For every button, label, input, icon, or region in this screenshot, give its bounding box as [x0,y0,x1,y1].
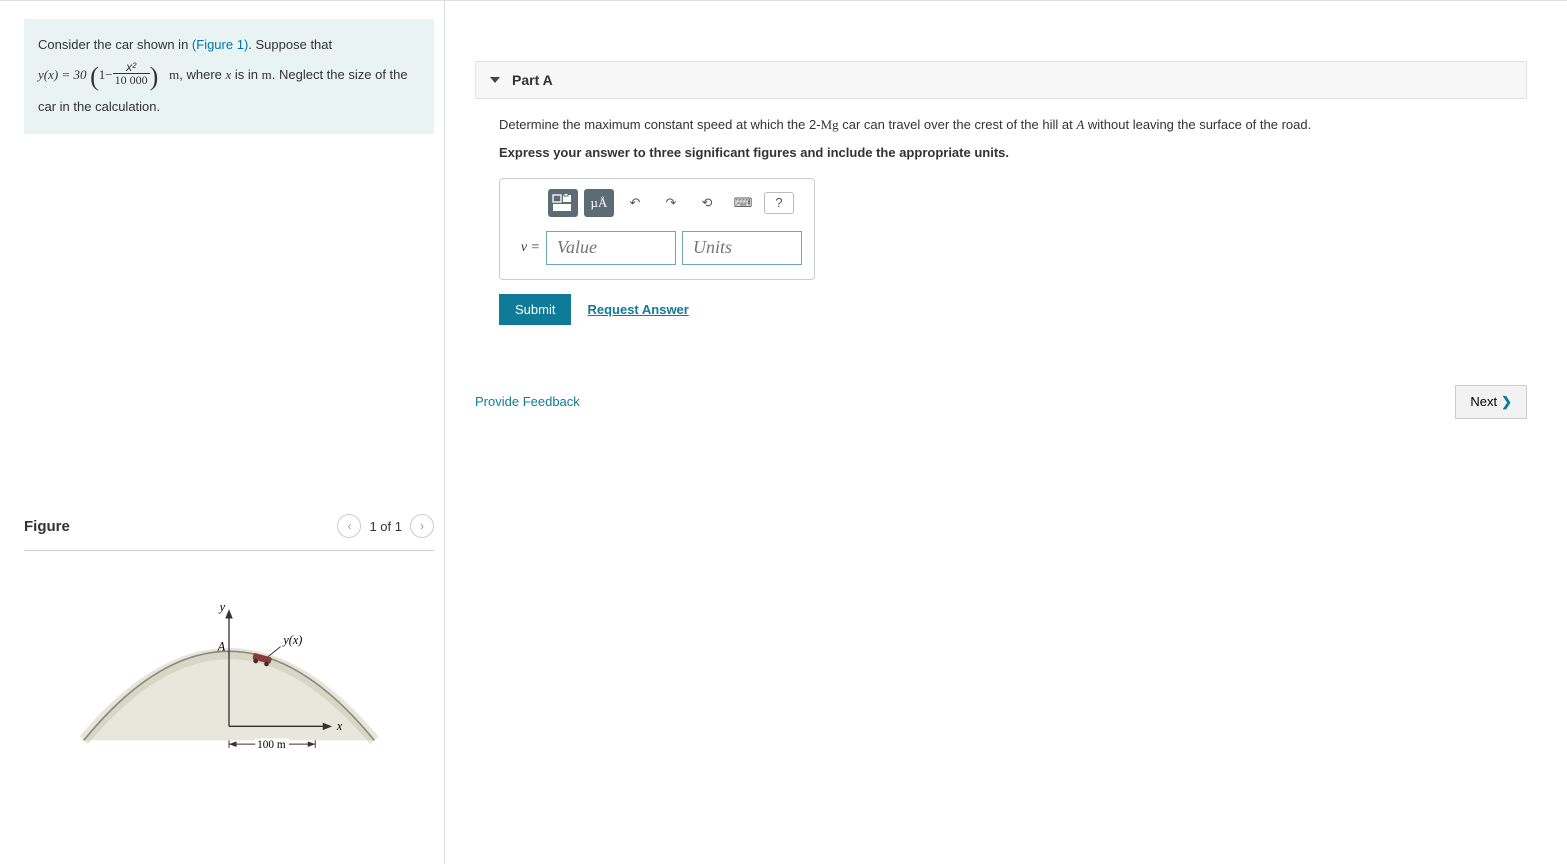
keyboard-icon: ⌨ [734,195,753,211]
request-answer-link[interactable]: Request Answer [587,302,688,317]
template-tool-button[interactable] [548,189,578,217]
eq-numerator: x² [113,61,150,74]
question-statement: Determine the maximum constant speed at … [499,115,1527,135]
problem-line-1: Consider the car shown in (Figure 1). Su… [38,35,420,56]
answer-widget: µÅ ↶ ↷ ⟲ ⌨ ? [499,178,815,280]
right-pane: Part A Determine the maximum constant sp… [445,1,1567,864]
reset-button[interactable]: ⟲ [692,189,722,217]
chevron-right-icon: › [420,519,424,533]
chevron-left-icon: ‹ [347,519,351,533]
intro-post: . Suppose that [248,37,332,52]
equation-toolbar: µÅ ↶ ↷ ⟲ ⌨ ? [548,189,802,217]
eq-lhs: y(x) = 30 [38,67,86,82]
units-tool-button[interactable]: µÅ [584,189,614,217]
answer-input-row: v = [512,231,802,265]
variable-equals: v = [512,240,540,256]
figure-header: Figure ‹ 1 of 1 › [24,514,434,551]
redo-icon: ↷ [666,195,677,211]
part-label: Part A [512,72,553,88]
help-icon: ? [775,195,782,210]
answer-instruction: Express your answer to three significant… [499,145,1527,160]
left-pane: Consider the car shown in (Figure 1). Su… [0,1,445,864]
undo-button[interactable]: ↶ [620,189,650,217]
provide-feedback-link[interactable]: Provide Feedback [475,394,580,409]
svg-text:y: y [218,600,226,614]
question-body: Determine the maximum constant speed at … [475,99,1527,325]
caret-down-icon [490,77,500,83]
units-input[interactable] [682,231,802,265]
svg-text:100 m: 100 m [257,739,286,751]
intro-pre: Consider the car shown in [38,37,192,52]
figure-page-count: 1 of 1 [369,519,402,534]
value-input[interactable] [546,231,676,265]
paren-close: ) [150,62,159,91]
keyboard-button[interactable]: ⌨ [728,189,758,217]
help-button[interactable]: ? [764,192,794,214]
hill-diagram-icon: y x A y(x) [79,581,379,759]
next-label: Next [1470,394,1497,409]
svg-text:A: A [217,640,226,654]
units-tool-label: µÅ [591,195,608,211]
undo-icon: ↶ [630,195,641,211]
figure-title: Figure [24,518,70,535]
main-container: Consider the car shown in (Figure 1). Su… [0,0,1567,864]
svg-text:x: x [336,719,343,733]
action-row: Submit Request Answer [499,294,1527,325]
fraction: x²10 000 [113,61,150,86]
figure-next-button[interactable]: › [410,514,434,538]
redo-button[interactable]: ↷ [656,189,686,217]
problem-line-3: car in the calculation. [38,97,420,118]
part-header[interactable]: Part A [475,61,1527,99]
problem-statement-box: Consider the car shown in (Figure 1). Su… [24,19,434,134]
problem-line-2: y(x) = 30 (1−x²10 000) m, where x is in … [38,56,420,98]
chevron-right-icon: ❯ [1501,394,1512,410]
figure-image: y x A y(x) [24,551,434,792]
figure-link[interactable]: (Figure 1) [192,37,248,52]
figure-section: Figure ‹ 1 of 1 › [24,514,434,792]
footer-row: Provide Feedback Next ❯ [475,385,1527,419]
eq-denominator: 10 000 [113,74,150,86]
svg-text:y(x): y(x) [281,633,302,647]
reset-icon: ⟲ [702,195,713,211]
figure-prev-button[interactable]: ‹ [337,514,361,538]
figure-pager: ‹ 1 of 1 › [337,514,434,538]
next-button[interactable]: Next ❯ [1455,385,1527,419]
template-icon [552,194,574,212]
submit-button[interactable]: Submit [499,294,571,325]
paren-open: ( [90,62,99,91]
